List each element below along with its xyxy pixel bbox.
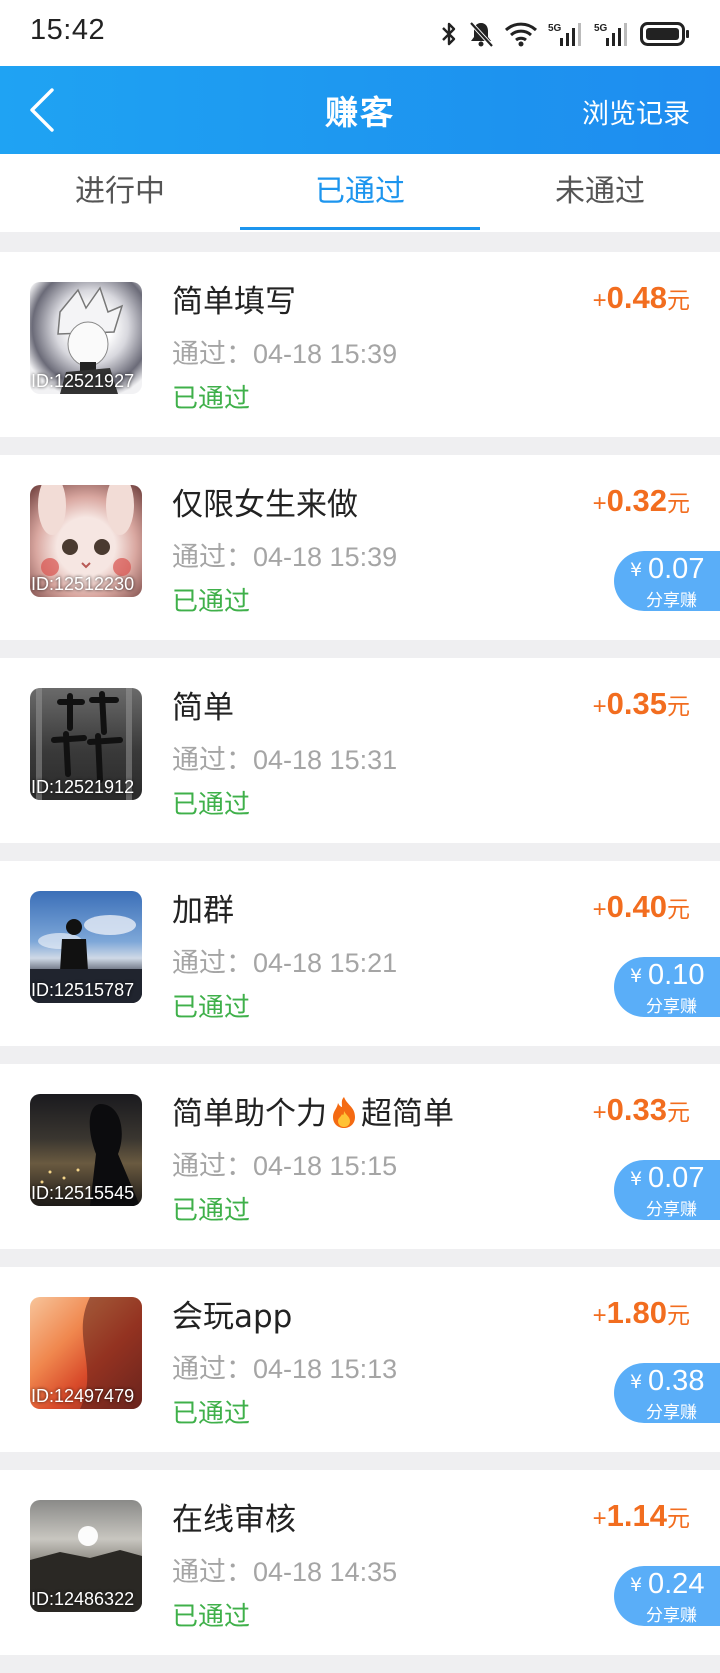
task-thumbnail: ID:12515545 bbox=[30, 1094, 142, 1206]
signal-icon-2: 5G bbox=[594, 20, 630, 48]
wifi-icon bbox=[504, 20, 538, 48]
reward-amount: +0.33元 bbox=[592, 1092, 690, 1127]
list-item[interactable]: ID:12512230 仅限女生来做 通过：04-18 15:39 已通过 +0… bbox=[0, 455, 720, 640]
pass-time: 通过：04-18 14:35 bbox=[172, 1557, 398, 1587]
task-thumbnail: ID:12521927 bbox=[30, 282, 142, 394]
share-earn-button[interactable]: ¥ 0.38 分享赚 bbox=[614, 1363, 720, 1423]
share-earn-button[interactable]: ¥ 0.24 分享赚 bbox=[614, 1566, 720, 1626]
tab-not-passed[interactable]: 未通过 bbox=[480, 154, 720, 232]
status-badge: 已通过 bbox=[172, 1399, 251, 1429]
task-id: ID:12521927 bbox=[31, 371, 135, 391]
signal2-label: 5G bbox=[594, 23, 608, 34]
task-name: 会玩app bbox=[172, 1299, 293, 1335]
status-bar: 15:42 5G 5G bbox=[0, 0, 720, 66]
task-name: 简单填写 bbox=[172, 284, 296, 320]
share-earn-button[interactable]: ¥ 0.07 分享赚 bbox=[614, 1160, 720, 1220]
pass-time: 通过：04-18 15:39 bbox=[172, 339, 398, 369]
reward-amount: +1.80元 bbox=[592, 1295, 690, 1330]
signal-icon-1: 5G bbox=[548, 20, 584, 48]
status-tabs: 进行中 已通过 未通过 bbox=[0, 154, 720, 232]
list-item[interactable]: ID:12497479 会玩app 通过：04-18 15:13 已通过 +1.… bbox=[0, 1267, 720, 1452]
reward-amount: +0.48元 bbox=[592, 280, 690, 315]
reward-amount: +1.14元 bbox=[592, 1498, 690, 1533]
battery-icon bbox=[640, 20, 690, 48]
list-item[interactable]: ID:12486322 在线审核 通过：04-18 14:35 已通过 +1.1… bbox=[0, 1470, 720, 1655]
pass-time: 通过：04-18 15:21 bbox=[172, 948, 398, 978]
status-badge: 已通过 bbox=[172, 384, 251, 414]
tab-in-progress[interactable]: 进行中 bbox=[0, 154, 240, 232]
task-id: ID:12521912 bbox=[31, 777, 135, 797]
task-id: ID:12512230 bbox=[31, 574, 135, 594]
task-list: ID:12521927 简单填写 通过：04-18 15:39 已通过 +0.4… bbox=[0, 252, 720, 1673]
pass-time: 通过：04-18 15:13 bbox=[172, 1354, 398, 1384]
list-item[interactable]: ID:12521912 简单 通过：04-18 15:31 已通过 +0.35元 bbox=[0, 658, 720, 843]
list-item[interactable]: ID:12515545 简单助个力 超简单 通过：04-18 15:15 已通过 … bbox=[0, 1064, 720, 1249]
pass-time: 通过：04-18 15:31 bbox=[172, 745, 398, 775]
reward-amount: +0.35元 bbox=[592, 686, 690, 721]
task-name: 简单助个力 超简单 bbox=[172, 1096, 454, 1132]
status-time: 15:42 bbox=[30, 14, 106, 46]
status-badge: 已通过 bbox=[172, 1602, 251, 1632]
task-name: 加群 bbox=[172, 893, 234, 929]
mute-bell-icon bbox=[468, 20, 494, 48]
status-badge: 已通过 bbox=[172, 993, 251, 1023]
browse-history-link[interactable]: 浏览记录 bbox=[582, 92, 690, 131]
app-header: 赚客 浏览记录 bbox=[0, 66, 720, 154]
fire-icon bbox=[333, 1097, 355, 1128]
task-name: 简单 bbox=[172, 690, 234, 726]
task-thumbnail: ID:12521912 bbox=[30, 688, 142, 800]
task-id: ID:12515545 bbox=[31, 1183, 135, 1203]
task-name: 仅限女生来做 bbox=[172, 487, 358, 523]
reward-amount: +0.32元 bbox=[592, 483, 690, 518]
task-thumbnail: ID:12497479 bbox=[30, 1297, 142, 1409]
pass-time: 通过：04-18 15:39 bbox=[172, 542, 398, 572]
status-icons: 5G 5G bbox=[440, 18, 690, 50]
share-earn-button[interactable]: ¥ 0.07 分享赚 bbox=[614, 551, 720, 611]
list-item[interactable]: ID:12515787 加群 通过：04-18 15:21 已通过 +0.40元… bbox=[0, 861, 720, 1046]
status-badge: 已通过 bbox=[172, 1196, 251, 1226]
status-badge: 已通过 bbox=[172, 587, 251, 617]
share-earn-button[interactable]: ¥ 0.10 分享赚 bbox=[614, 957, 720, 1017]
reward-amount: +0.40元 bbox=[592, 889, 690, 924]
task-thumbnail: ID:12512230 bbox=[30, 485, 142, 597]
task-thumbnail: ID:12486322 bbox=[30, 1500, 142, 1612]
task-id: ID:12515787 bbox=[31, 980, 135, 1000]
task-id: ID:12497479 bbox=[31, 1386, 135, 1406]
signal1-label: 5G bbox=[548, 23, 562, 34]
bluetooth-icon bbox=[440, 20, 458, 48]
pass-time: 通过：04-18 15:15 bbox=[172, 1151, 398, 1181]
tab-passed[interactable]: 已通过 bbox=[240, 154, 480, 232]
status-badge: 已通过 bbox=[172, 790, 251, 820]
list-item[interactable]: ID:12521927 简单填写 通过：04-18 15:39 已通过 +0.4… bbox=[0, 252, 720, 437]
task-thumbnail: ID:12515787 bbox=[30, 891, 142, 1003]
task-name: 在线审核 bbox=[172, 1502, 296, 1538]
task-id: ID:12486322 bbox=[31, 1589, 135, 1609]
